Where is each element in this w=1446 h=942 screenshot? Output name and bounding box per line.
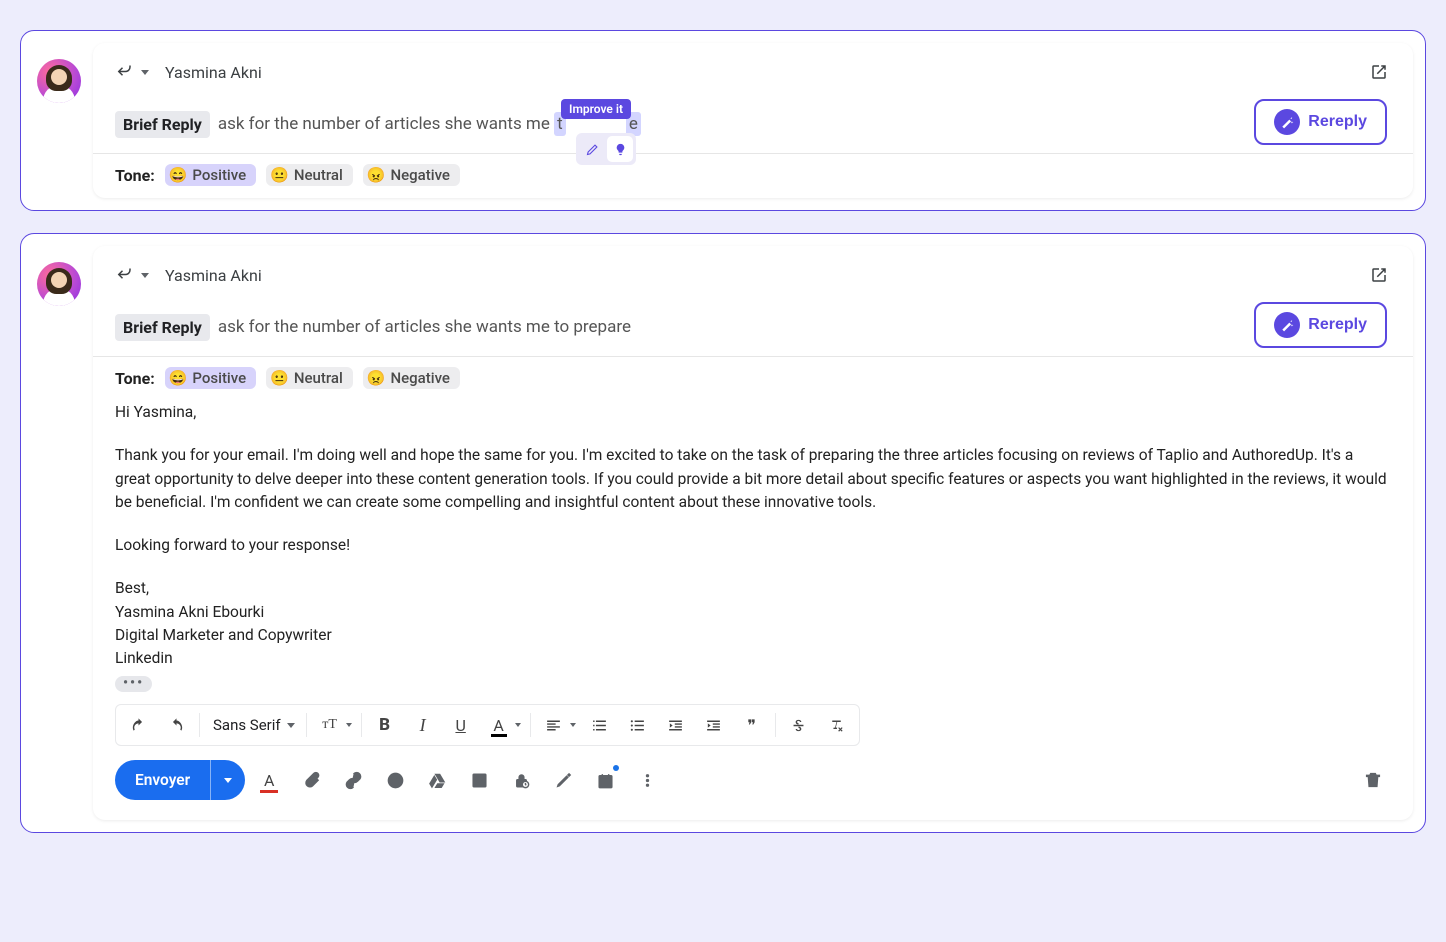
positive-emoji-icon: 😄 <box>169 369 188 387</box>
sig-line-1: Best, <box>115 577 1391 600</box>
attach-file-icon[interactable] <box>293 762 329 798</box>
tone-row: Tone: 😄Positive 😐Neutral 😠Negative <box>93 154 1413 188</box>
body-paragraph-1: Thank you for your email. I'm doing well… <box>115 444 1391 514</box>
send-options-button[interactable] <box>211 760 245 800</box>
tone-negative[interactable]: 😠Negative <box>363 164 460 186</box>
brief-prefix: ask for the number of articles she wants… <box>218 114 554 134</box>
sender-avatar <box>37 59 81 103</box>
text-color-button[interactable]: A <box>481 707 517 743</box>
reply-type-dropdown-icon[interactable] <box>141 70 149 75</box>
reply-type-icon[interactable] <box>115 264 133 286</box>
numbered-list-button[interactable] <box>582 707 618 743</box>
tone-negative[interactable]: 😠Negative <box>363 367 460 389</box>
send-row: Envoyer A <box>93 746 1413 800</box>
magic-wand-icon <box>1274 312 1300 338</box>
sender-avatar <box>37 262 81 306</box>
brief-reply-row: Brief Reply ask for the number of articl… <box>93 93 1413 154</box>
improve-it-tooltip: Improve it <box>561 99 631 119</box>
rereply-label: Rereply <box>1308 316 1367 334</box>
italic-button[interactable]: I <box>405 707 441 743</box>
sig-line-3: Digital Marketer and Copywriter <box>115 624 1391 647</box>
reply-type-icon[interactable] <box>115 61 133 83</box>
positive-emoji-icon: 😄 <box>169 166 188 184</box>
quote-button[interactable]: ❞ <box>734 707 770 743</box>
tone-label: Tone: <box>115 369 155 388</box>
insert-signature-icon[interactable] <box>545 762 581 798</box>
show-trimmed-content[interactable]: ••• <box>115 676 152 692</box>
caret-down-icon[interactable] <box>346 723 352 727</box>
negative-emoji-icon: 😠 <box>367 369 386 387</box>
text-format-toggle[interactable]: A <box>251 762 287 798</box>
brief-reply-chip[interactable]: Brief Reply <box>115 111 210 138</box>
brief-reply-chip[interactable]: Brief Reply <box>115 314 210 341</box>
remove-formatting-button[interactable] <box>819 707 855 743</box>
insert-drive-icon[interactable] <box>419 762 455 798</box>
caret-down-icon <box>287 723 295 728</box>
indent-more-button[interactable] <box>696 707 732 743</box>
align-button[interactable] <box>536 707 572 743</box>
send-split-button: Envoyer <box>115 760 245 800</box>
brief-reply-text[interactable]: ask for the number of articles she wants… <box>218 317 631 337</box>
tone-neutral[interactable]: 😐Neutral <box>266 367 353 389</box>
compose-header: Yasmina Akni <box>93 246 1413 296</box>
caret-down-icon[interactable] <box>570 723 576 727</box>
undo-icon[interactable] <box>120 707 156 743</box>
reply-card-expanded: Yasmina Akni Brief Reply ask for the num… <box>20 233 1426 833</box>
indent-less-button[interactable] <box>658 707 694 743</box>
edit-pencil-icon[interactable] <box>579 136 605 162</box>
email-body[interactable]: Hi Yasmina, Thank you for your email. I'… <box>93 391 1413 670</box>
rereply-label: Rereply <box>1308 113 1367 131</box>
insert-emoji-icon[interactable] <box>377 762 413 798</box>
font-picker[interactable]: Sans Serif <box>205 716 301 734</box>
schedule-send-icon[interactable] <box>587 762 623 798</box>
magic-wand-icon <box>1274 109 1300 135</box>
idea-bulb-icon[interactable] <box>607 136 633 162</box>
popout-icon[interactable] <box>1367 62 1391 82</box>
notification-dot-icon <box>613 765 619 771</box>
reply-type-dropdown-icon[interactable] <box>141 273 149 278</box>
bulleted-list-button[interactable] <box>620 707 656 743</box>
neutral-emoji-icon: 😐 <box>270 369 289 387</box>
body-paragraph-2: Looking forward to your response! <box>115 534 1391 557</box>
insert-link-icon[interactable] <box>335 762 371 798</box>
sig-line-2: Yasmina Akni Ebourki <box>115 601 1391 624</box>
tone-row: Tone: 😄Positive 😐Neutral 😠Negative <box>93 357 1413 391</box>
tone-positive[interactable]: 😄Positive <box>165 367 256 389</box>
brief-reply-row: Brief Reply ask for the number of articl… <box>93 296 1413 357</box>
bold-button[interactable]: B <box>367 707 403 743</box>
insert-image-icon[interactable] <box>461 762 497 798</box>
discard-draft-icon[interactable] <box>1355 762 1391 798</box>
caret-down-icon <box>224 778 232 783</box>
popout-icon[interactable] <box>1367 265 1391 285</box>
neutral-emoji-icon: 😐 <box>270 166 289 184</box>
redo-icon[interactable] <box>158 707 194 743</box>
tone-neutral[interactable]: 😐Neutral <box>266 164 353 186</box>
reply-card-collapsed: Yasmina Akni Brief Reply ask for the num… <box>20 30 1426 211</box>
sig-line-4: Linkedin <box>115 647 1391 670</box>
negative-emoji-icon: 😠 <box>367 166 386 184</box>
confidential-mode-icon[interactable] <box>503 762 539 798</box>
more-options-icon[interactable] <box>629 762 665 798</box>
font-size-picker[interactable]: тT <box>312 707 348 743</box>
tone-positive[interactable]: 😄Positive <box>165 164 256 186</box>
formatting-toolbar: Sans Serif тT B I U A ❞ <box>115 704 860 746</box>
body-greeting: Hi Yasmina, <box>115 401 1391 424</box>
rereply-button[interactable]: Rereply <box>1254 99 1387 145</box>
strikethrough-button[interactable] <box>781 707 817 743</box>
recipient-name[interactable]: Yasmina Akni <box>165 63 262 82</box>
underline-button[interactable]: U <box>443 707 479 743</box>
improve-actions <box>576 133 636 165</box>
send-button[interactable]: Envoyer <box>115 760 211 800</box>
recipient-name[interactable]: Yasmina Akni <box>165 266 262 285</box>
rereply-button[interactable]: Rereply <box>1254 302 1387 348</box>
compose-header: Yasmina Akni <box>93 43 1413 93</box>
tone-label: Tone: <box>115 166 155 185</box>
